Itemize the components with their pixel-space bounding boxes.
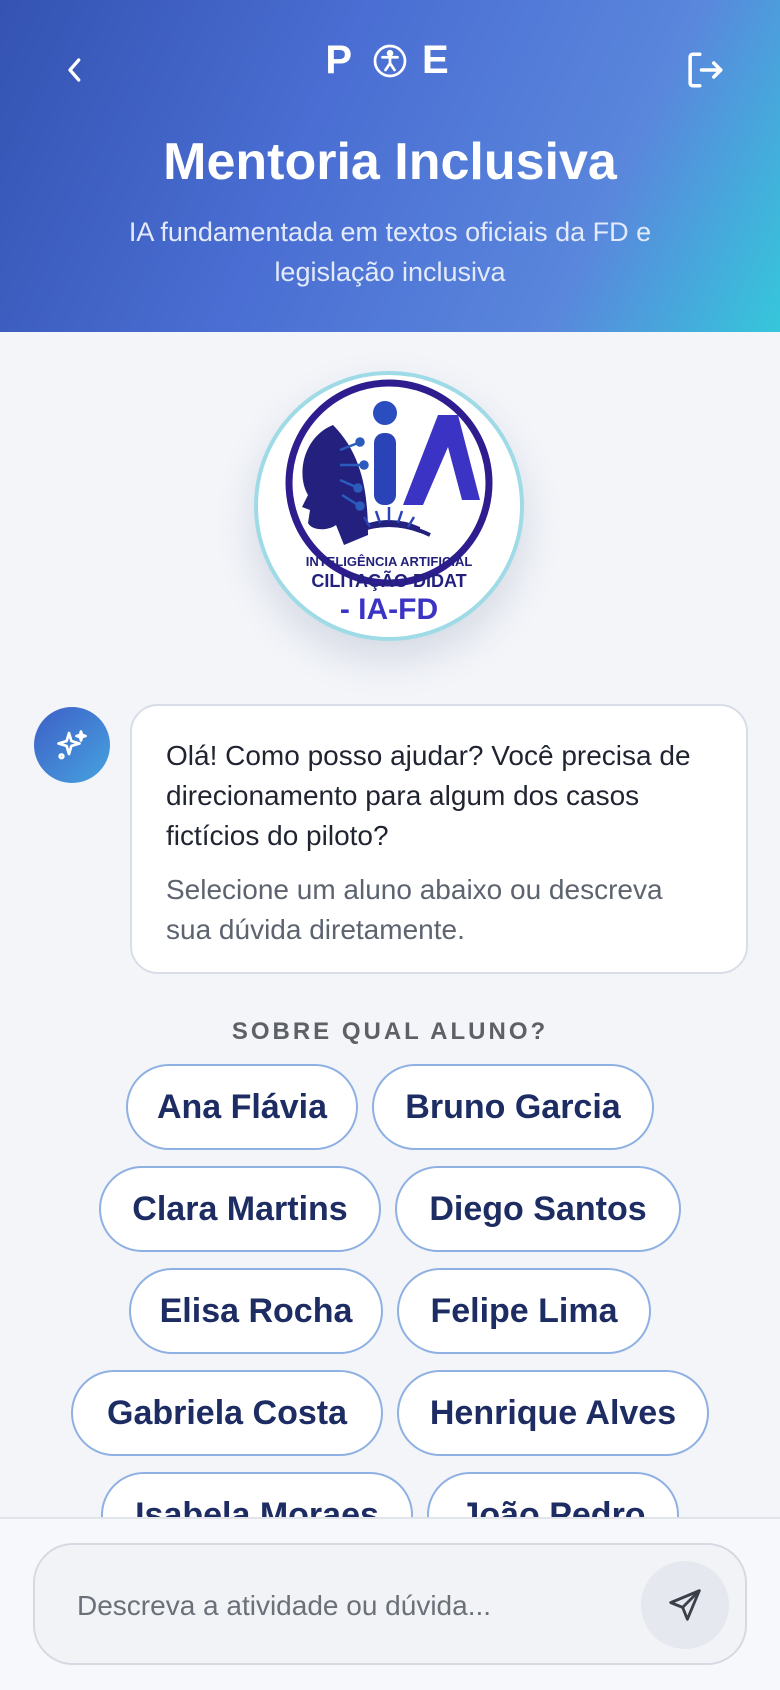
logo-line-3: - IA-FD [340, 593, 438, 626]
student-chip[interactable]: Isabela Moraes [101, 1472, 413, 1518]
chip-row: Ana Flávia Bruno Garcia [0, 1064, 780, 1150]
student-chip[interactable]: Ana Flávia [126, 1064, 358, 1150]
student-chip[interactable]: João Pedro [427, 1472, 679, 1518]
composer-bar [0, 1517, 780, 1690]
logo-line-1: INTELIGÊNCIA ARTIFICIAL [306, 554, 473, 569]
ia-fd-logo: INTELIGÊNCIA ARTIFICIAL CILITAÇÃO DIDAT … [254, 371, 524, 641]
brand-letter-p: P [325, 38, 358, 82]
brand-logo: P E [0, 38, 780, 83]
chip-row: Isabela Moraes João Pedro [0, 1472, 780, 1518]
logout-button[interactable] [670, 40, 740, 100]
student-chip[interactable]: Elisa Rocha [129, 1268, 383, 1354]
assistant-avatar [34, 707, 110, 783]
composer [33, 1543, 747, 1665]
chip-row: Clara Martins Diego Santos [0, 1166, 780, 1252]
message-input[interactable] [75, 1581, 619, 1631]
sparkles-icon [57, 730, 87, 760]
chip-row: Gabriela Costa Henrique Alves [0, 1370, 780, 1456]
send-button[interactable] [641, 1561, 729, 1649]
brand-letter-e: E [422, 38, 455, 82]
logo-line-2: CILITAÇÃO DIDAT [311, 570, 466, 591]
student-prompt-label: SOBRE QUAL ALUNO? [231, 1018, 549, 1045]
page-subtitle: IA fundamentada em textos oficiais da FD… [128, 217, 652, 287]
app-header: P E Mentoria Inclusiva IA fundamentada e… [0, 0, 780, 332]
student-chip-list: Ana Flávia Bruno Garcia Clara Martins Di… [0, 1064, 780, 1518]
student-chip[interactable]: Henrique Alves [397, 1370, 709, 1456]
chip-row: Elisa Rocha Felipe Lima [0, 1268, 780, 1354]
accessibility-icon [372, 43, 408, 79]
student-chip[interactable]: Clara Martins [99, 1166, 381, 1252]
student-chip[interactable]: Gabriela Costa [71, 1370, 383, 1456]
student-chip[interactable]: Diego Santos [395, 1166, 681, 1252]
send-icon [669, 1589, 701, 1621]
page-title: Mentoria Inclusiva [163, 133, 617, 191]
student-chip[interactable]: Felipe Lima [397, 1268, 651, 1354]
student-chip[interactable]: Bruno Garcia [372, 1064, 654, 1150]
assistant-hint: Selecione um aluno abaixo ou descreva su… [166, 874, 663, 945]
assistant-message: Olá! Como posso ajudar? Você precisa de … [166, 740, 691, 851]
logout-icon [688, 52, 723, 88]
assistant-message-bubble: Olá! Como posso ajudar? Você precisa de … [130, 704, 748, 974]
